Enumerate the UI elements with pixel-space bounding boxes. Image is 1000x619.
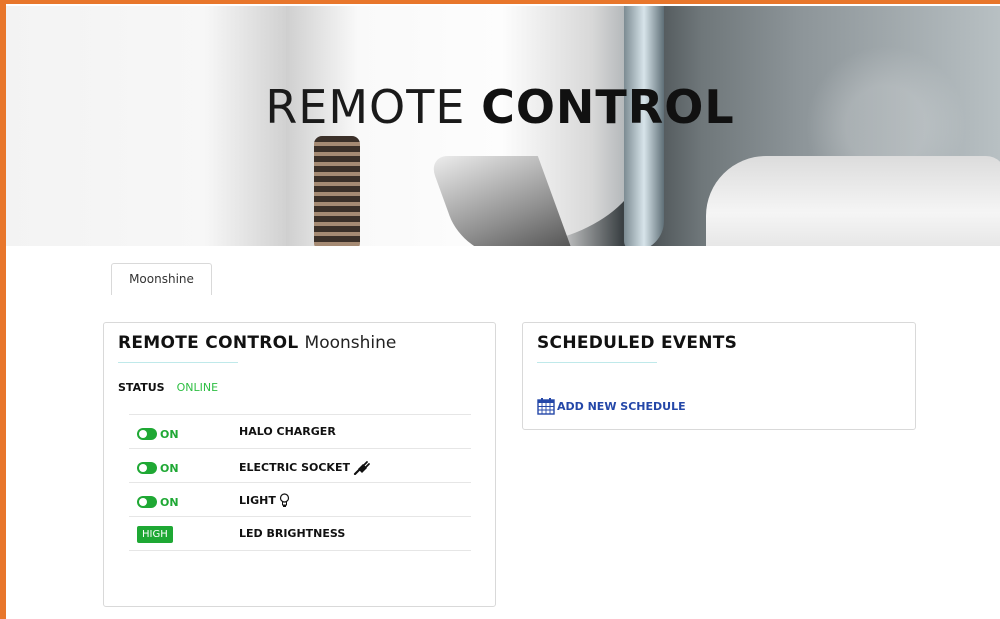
status-line: STATUS ONLINE — [118, 381, 218, 394]
tab-moonshine[interactable]: Moonshine — [111, 263, 212, 295]
halo-charger-toggle[interactable]: ON — [137, 427, 179, 441]
control-label: HALO CHARGER — [239, 425, 336, 438]
control-row-halo-charger: ON HALO CHARGER — [129, 415, 471, 449]
control-label: LED BRIGHTNESS — [239, 527, 345, 540]
calendar-icon — [537, 398, 555, 415]
brightness-badge[interactable]: HIGH — [137, 526, 173, 543]
hero-title: REMOTE CONTROL — [0, 80, 1000, 134]
hero-car — [706, 156, 1000, 246]
window-frame-top — [0, 0, 1000, 4]
toggle-state: ON — [160, 461, 179, 475]
control-label-text: HALO CHARGER — [239, 425, 336, 438]
schedule-panel-heading: SCHEDULED EVENTS — [537, 333, 738, 353]
toggle-switch-icon — [137, 428, 157, 440]
lightbulb-icon — [279, 493, 289, 507]
control-row-light: ON LIGHT — [129, 483, 471, 517]
control-label-text: LED BRIGHTNESS — [239, 527, 346, 540]
plug-icon — [353, 461, 370, 475]
remote-panel-heading: REMOTE CONTROL — [118, 333, 299, 353]
hero-title-bold: CONTROL — [481, 80, 735, 134]
remote-control-panel: REMOTE CONTROL Moonshine STATUS ONLINE ON … — [103, 322, 496, 607]
toggle-switch-icon — [137, 496, 157, 508]
control-label: LIGHT — [239, 493, 290, 508]
toggle-state: ON — [160, 495, 179, 509]
control-row-electric-socket: ON ELECTRIC SOCKET — [129, 449, 471, 483]
schedule-panel-title: SCHEDULED EVENTS — [537, 333, 737, 353]
scheduled-events-panel: SCHEDULED EVENTS ADD NEW SCHEDULE — [522, 322, 916, 430]
control-row-led-brightness: HIGH LED BRIGHTNESS — [129, 517, 471, 551]
remote-panel-title: REMOTE CONTROL Moonshine — [118, 333, 396, 353]
status-label: STATUS — [118, 381, 165, 394]
control-label-text: ELECTRIC SOCKET — [239, 460, 350, 474]
light-toggle[interactable]: ON — [137, 495, 179, 509]
remote-panel-device: Moonshine — [304, 333, 397, 353]
toggle-switch-icon — [137, 462, 157, 474]
toggle-state: ON — [160, 427, 179, 441]
control-list: ON HALO CHARGER ON ELECTRIC SOCKET ON LI… — [129, 414, 471, 551]
title-underline — [537, 362, 657, 363]
control-label-text: LIGHT — [239, 494, 276, 507]
control-label: ELECTRIC SOCKET — [239, 459, 371, 475]
status-value: ONLINE — [176, 381, 219, 394]
add-new-schedule-label: ADD NEW SCHEDULE — [557, 399, 686, 413]
electric-socket-toggle[interactable]: ON — [137, 461, 179, 475]
add-new-schedule-link[interactable]: ADD NEW SCHEDULE — [537, 397, 686, 415]
hero-title-light: REMOTE — [265, 80, 466, 134]
hero-cable-spring — [314, 136, 360, 246]
title-underline — [118, 362, 238, 363]
